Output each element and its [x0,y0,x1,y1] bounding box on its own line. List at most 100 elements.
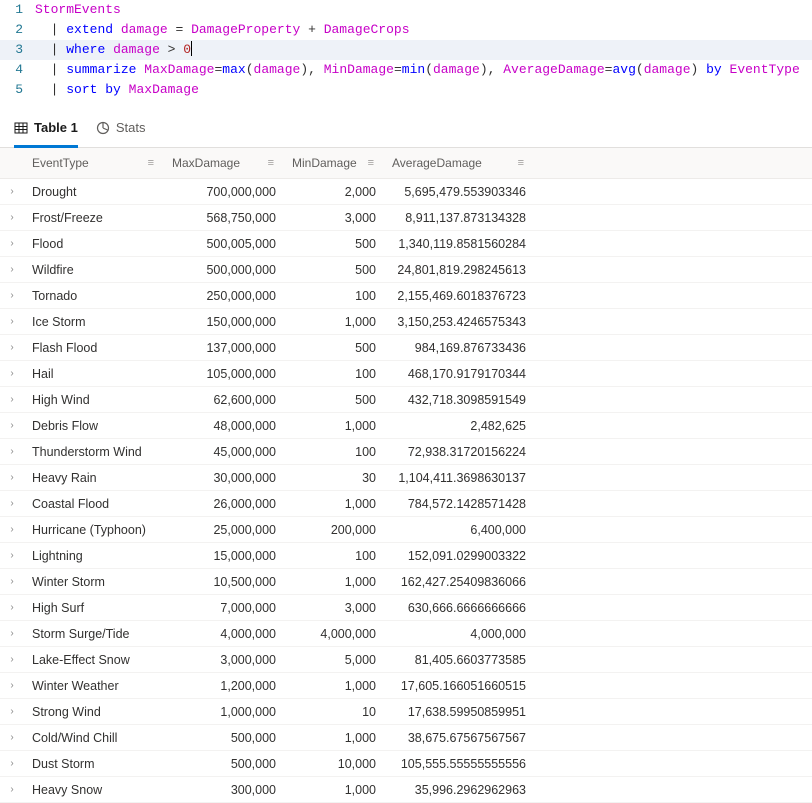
column-menu-icon[interactable]: ≡ [264,157,278,169]
expand-row-icon[interactable]: › [0,758,24,769]
line-number: 3 [0,40,35,60]
table-row[interactable]: ›Ice Storm150,000,0001,0003,150,253.4246… [0,309,812,335]
cell-mindamage: 500 [284,263,384,277]
grid-header: EventType ≡ MaxDamage ≡ MinDamage ≡ Aver… [0,148,812,179]
column-header-mindamage[interactable]: MinDamage ≡ [284,148,384,178]
cell-eventtype: Ice Storm [24,315,164,329]
column-menu-icon[interactable]: ≡ [514,157,528,169]
editor-line[interactable]: 2 | extend damage = DamageProperty + Dam… [0,20,812,40]
cell-maxdamage: 500,000 [164,757,284,771]
expand-row-icon[interactable]: › [0,784,24,795]
editor-line-active[interactable]: 3 | where damage > 0 [0,40,812,60]
table-row[interactable]: ›Flood500,005,0005001,340,119.8581560284 [0,231,812,257]
table-row[interactable]: ›Debris Flow48,000,0001,0002,482,625 [0,413,812,439]
cell-eventtype: Storm Surge/Tide [24,627,164,641]
cell-maxdamage: 48,000,000 [164,419,284,433]
expand-row-icon[interactable]: › [0,290,24,301]
expand-row-icon[interactable]: › [0,602,24,613]
cell-maxdamage: 568,750,000 [164,211,284,225]
expand-row-icon[interactable]: › [0,420,24,431]
cell-mindamage: 200,000 [284,523,384,537]
table-row[interactable]: ›Coastal Flood26,000,0001,000784,572.142… [0,491,812,517]
cell-mindamage: 500 [284,341,384,355]
expand-row-icon[interactable]: › [0,680,24,691]
expand-row-icon[interactable]: › [0,550,24,561]
column-header-eventtype[interactable]: EventType ≡ [24,148,164,178]
expand-row-icon[interactable]: › [0,264,24,275]
editor-line[interactable]: 4 | summarize MaxDamage=max(damage), Min… [0,60,812,80]
cell-mindamage: 1,000 [284,315,384,329]
cell-eventtype: Cold/Wind Chill [24,731,164,745]
editor-line[interactable]: 1 StormEvents [0,0,812,20]
table-row[interactable]: ›Frost/Freeze568,750,0003,0008,911,137.8… [0,205,812,231]
cell-averagedamage: 5,695,479.553903346 [384,185,534,199]
table-row[interactable]: ›Flash Flood137,000,000500984,169.876733… [0,335,812,361]
cell-mindamage: 1,000 [284,497,384,511]
expand-row-icon[interactable]: › [0,472,24,483]
expand-row-icon[interactable]: › [0,706,24,717]
column-menu-icon[interactable]: ≡ [364,157,378,169]
cell-averagedamage: 17,605.166051660515 [384,679,534,693]
expand-row-icon[interactable]: › [0,628,24,639]
cell-eventtype: Flood [24,237,164,251]
table-row[interactable]: ›Wildfire500,000,00050024,801,819.298245… [0,257,812,283]
expand-row-icon[interactable]: › [0,342,24,353]
tab-table[interactable]: Table 1 [14,114,78,148]
cell-maxdamage: 10,500,000 [164,575,284,589]
cell-averagedamage: 630,666.6666666666 [384,601,534,615]
cell-eventtype: Tornado [24,289,164,303]
query-editor[interactable]: 1 StormEvents 2 | extend damage = Damage… [0,0,812,100]
table-row[interactable]: ›Hurricane (Typhoon)25,000,000200,0006,4… [0,517,812,543]
cell-averagedamage: 784,572.1428571428 [384,497,534,511]
table-row[interactable]: ›Dust Storm500,00010,000105,555.55555555… [0,751,812,777]
expand-row-icon[interactable]: › [0,238,24,249]
expand-row-icon[interactable]: › [0,732,24,743]
cell-averagedamage: 35,996.2962962963 [384,783,534,797]
cell-eventtype: Winter Weather [24,679,164,693]
table-row[interactable]: ›Lightning15,000,000100152,091.029900332… [0,543,812,569]
column-header-averagedamage[interactable]: AverageDamage ≡ [384,148,534,178]
line-number: 5 [0,80,35,100]
results-grid: EventType ≡ MaxDamage ≡ MinDamage ≡ Aver… [0,148,812,803]
cell-maxdamage: 500,005,000 [164,237,284,251]
cell-mindamage: 100 [284,367,384,381]
expand-row-icon[interactable]: › [0,316,24,327]
expand-row-icon[interactable]: › [0,576,24,587]
expand-row-icon[interactable]: › [0,186,24,197]
table-row[interactable]: ›Strong Wind1,000,0001017,638.5995085995… [0,699,812,725]
cell-eventtype: Heavy Rain [24,471,164,485]
expand-row-icon[interactable]: › [0,498,24,509]
cell-averagedamage: 152,091.0299003322 [384,549,534,563]
cell-averagedamage: 2,155,469.6018376723 [384,289,534,303]
expand-row-icon[interactable]: › [0,446,24,457]
cell-mindamage: 500 [284,393,384,407]
table-row[interactable]: ›Drought700,000,0002,0005,695,479.553903… [0,179,812,205]
table-row[interactable]: ›Heavy Rain30,000,000301,104,411.3698630… [0,465,812,491]
table-row[interactable]: ›Heavy Snow300,0001,00035,996.2962962963 [0,777,812,803]
table-row[interactable]: ›High Surf7,000,0003,000630,666.66666666… [0,595,812,621]
tab-stats[interactable]: Stats [96,114,146,148]
table-row[interactable]: ›Winter Weather1,200,0001,00017,605.1660… [0,673,812,699]
column-header-maxdamage[interactable]: MaxDamage ≡ [164,148,284,178]
expand-row-icon[interactable]: › [0,368,24,379]
expand-row-icon[interactable]: › [0,524,24,535]
cell-averagedamage: 6,400,000 [384,523,534,537]
expand-row-icon[interactable]: › [0,654,24,665]
table-row[interactable]: ›Cold/Wind Chill500,0001,00038,675.67567… [0,725,812,751]
table-row[interactable]: ›Thunderstorm Wind45,000,00010072,938.31… [0,439,812,465]
table-row[interactable]: ›Tornado250,000,0001002,155,469.60183767… [0,283,812,309]
editor-line[interactable]: 5 | sort by MaxDamage [0,80,812,100]
expand-row-icon[interactable]: › [0,394,24,405]
table-row[interactable]: ›Hail105,000,000100468,170.9179170344 [0,361,812,387]
table-row[interactable]: ›Lake-Effect Snow3,000,0005,00081,405.66… [0,647,812,673]
cell-averagedamage: 81,405.6603773585 [384,653,534,667]
text-cursor [191,41,192,56]
cell-eventtype: Hail [24,367,164,381]
expand-row-icon[interactable]: › [0,212,24,223]
cell-eventtype: Lightning [24,549,164,563]
column-menu-icon[interactable]: ≡ [144,157,158,169]
table-row[interactable]: ›Winter Storm10,500,0001,000162,427.2540… [0,569,812,595]
table-row[interactable]: ›High Wind62,600,000500432,718.309859154… [0,387,812,413]
table-row[interactable]: ›Storm Surge/Tide4,000,0004,000,0004,000… [0,621,812,647]
cell-eventtype: Winter Storm [24,575,164,589]
